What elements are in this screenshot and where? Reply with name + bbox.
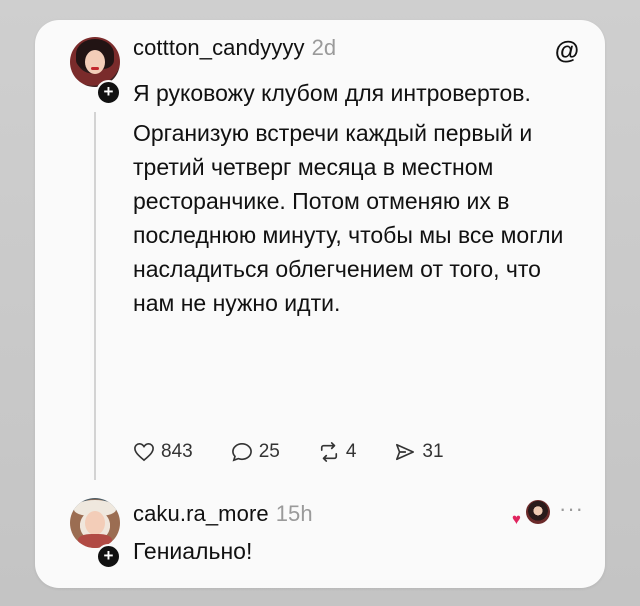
avatar-face bbox=[85, 50, 105, 74]
thread-line bbox=[94, 112, 96, 480]
like-button[interactable]: 843 bbox=[133, 441, 193, 463]
repost-arrows-icon bbox=[320, 442, 337, 462]
comment-count: 25 bbox=[258, 441, 280, 462]
heart-outline-icon bbox=[134, 442, 154, 462]
repost-count: 4 bbox=[345, 441, 357, 462]
post-body: Я руковожу клубом для интровертов. Орган… bbox=[133, 76, 573, 320]
follow-plus-icon[interactable]: + bbox=[96, 80, 121, 105]
liked-by-author-avatar bbox=[526, 500, 550, 524]
author-avatar[interactable] bbox=[70, 37, 120, 87]
reply-username[interactable]: caku.ra_more bbox=[133, 501, 269, 526]
reply-time: 15h bbox=[275, 501, 313, 526]
follow-plus-icon[interactable]: + bbox=[96, 544, 121, 569]
post-actions: 843 25 4 31 bbox=[133, 437, 482, 467]
reply-author[interactable]: caku.ra_more 15h bbox=[133, 501, 313, 527]
speech-bubble-icon bbox=[231, 442, 252, 462]
more-dots-icon[interactable]: ··· bbox=[559, 496, 584, 522]
avatar-face bbox=[85, 511, 105, 535]
post-time: 2d bbox=[311, 35, 337, 60]
reply-body: Гениально! bbox=[133, 538, 253, 564]
share-count: 31 bbox=[422, 441, 444, 462]
send-arrow-icon bbox=[396, 443, 415, 461]
post-username[interactable]: cottton_candyyyy bbox=[133, 35, 305, 60]
comment-button[interactable]: 25 bbox=[231, 441, 280, 463]
like-count: 843 bbox=[161, 441, 193, 462]
post-paragraph-1: Я руковожу клубом для интровертов. bbox=[133, 80, 531, 106]
repost-button[interactable]: 4 bbox=[318, 441, 357, 463]
share-button[interactable]: 31 bbox=[394, 441, 444, 463]
post-author[interactable]: cottton_candyyyy 2d bbox=[133, 35, 336, 61]
avatar-lips bbox=[91, 67, 99, 70]
liked-by-author-heart-icon: ♥ bbox=[512, 511, 521, 528]
threads-logo-icon[interactable]: @ bbox=[554, 38, 580, 64]
post-paragraph-2: Организую встречи каждый первый и третий… bbox=[133, 120, 564, 316]
reply-author-avatar[interactable] bbox=[70, 498, 120, 548]
